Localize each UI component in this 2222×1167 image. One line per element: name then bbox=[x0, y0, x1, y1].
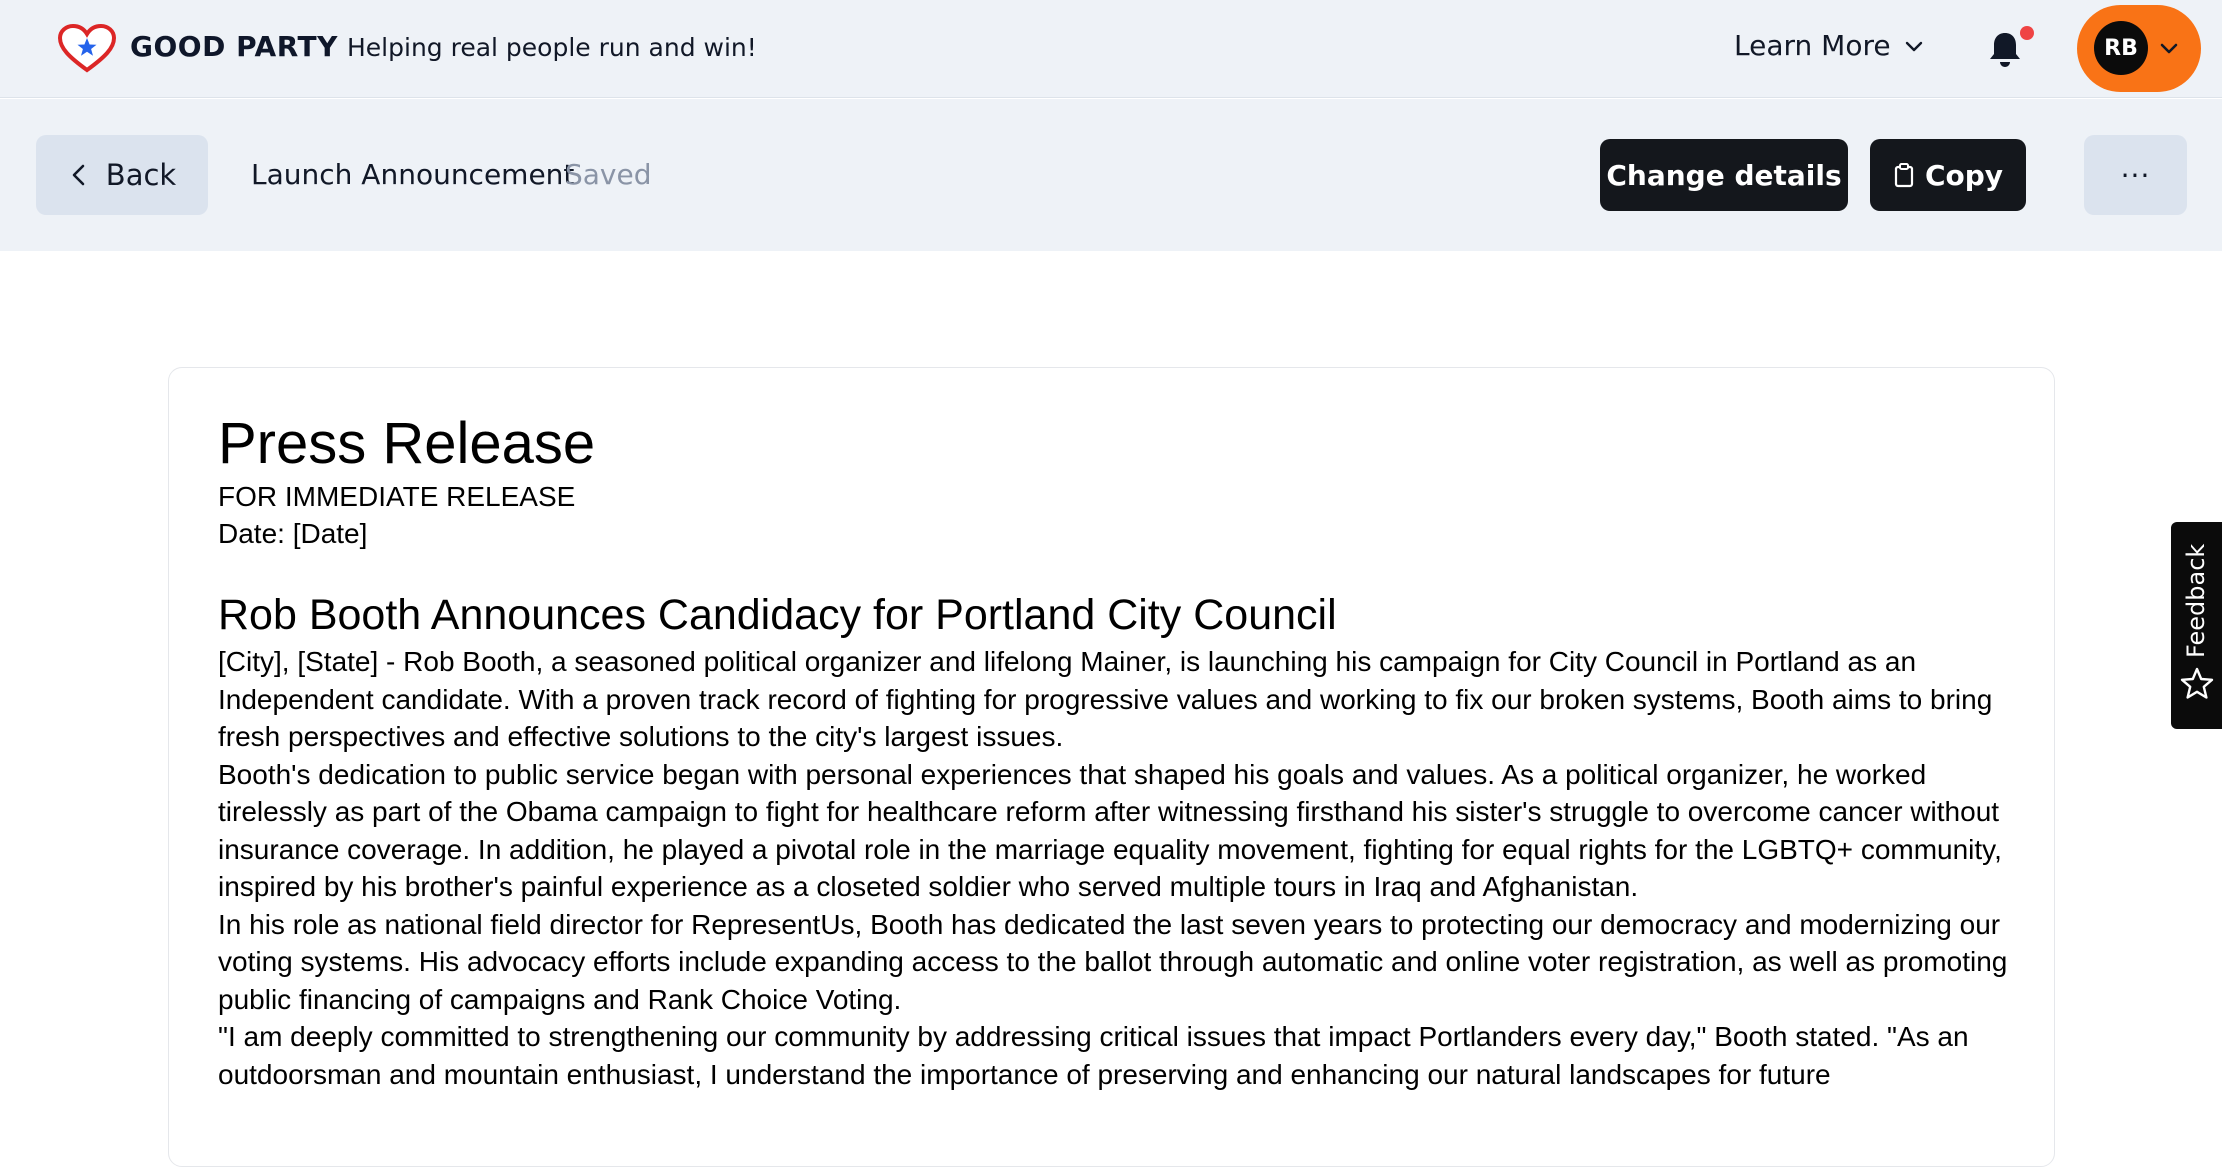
save-status: Saved bbox=[565, 158, 652, 191]
document-toolbar: Back Launch Announcement Saved Change de… bbox=[0, 99, 2222, 251]
copy-button-label: Copy bbox=[1924, 158, 2004, 192]
tagline: Helping real people run and win! bbox=[347, 33, 757, 62]
press-release-content[interactable]: Press Release FOR IMMEDIATE RELEASE Date… bbox=[218, 410, 2018, 1093]
paragraph: In his role as national field director f… bbox=[218, 908, 2008, 1015]
more-options-icon: ··· bbox=[2120, 158, 2151, 192]
paragraph: [City], [State] - Rob Booth, a seasoned … bbox=[218, 646, 1993, 752]
learn-more-label: Learn More bbox=[1734, 29, 1891, 62]
date-line: Date: [Date] bbox=[218, 518, 368, 549]
good-party-heart-logo-icon[interactable] bbox=[57, 24, 117, 74]
document-title: Launch Announcement bbox=[251, 158, 575, 191]
notification-dot bbox=[2020, 26, 2034, 40]
avatar[interactable]: RB bbox=[2094, 21, 2148, 75]
paragraph: Booth's dedication to public service beg… bbox=[218, 758, 2002, 903]
star-icon bbox=[2180, 667, 2214, 699]
change-details-button[interactable]: Change details bbox=[1600, 139, 1848, 211]
brand-name[interactable]: GOOD PARTY bbox=[130, 30, 338, 63]
document-subheading: Rob Booth Announces Candidacy for Portla… bbox=[218, 591, 1337, 639]
back-button[interactable]: Back bbox=[36, 135, 208, 215]
feedback-label: Feedback bbox=[2182, 543, 2210, 658]
notification-bell-icon[interactable] bbox=[1988, 30, 2022, 68]
top-navbar: GOOD PARTY Helping real people run and w… bbox=[0, 0, 2222, 98]
chevron-left-icon bbox=[72, 164, 85, 186]
paragraph: "I am deeply committed to strengthening … bbox=[218, 1021, 1969, 1090]
back-button-label: Back bbox=[105, 158, 177, 192]
copy-button[interactable]: Copy bbox=[1870, 139, 2026, 211]
chevron-down-icon[interactable] bbox=[2158, 37, 2180, 59]
chevron-down-icon bbox=[1905, 41, 1922, 51]
release-line: FOR IMMEDIATE RELEASE bbox=[218, 481, 576, 512]
clipboard-icon bbox=[1894, 163, 1914, 188]
learn-more-menu[interactable]: Learn More bbox=[1734, 29, 1925, 62]
change-details-label: Change details bbox=[1606, 158, 1842, 192]
document-heading: Press Release bbox=[218, 411, 596, 476]
more-options-button[interactable]: ··· bbox=[2084, 135, 2187, 215]
